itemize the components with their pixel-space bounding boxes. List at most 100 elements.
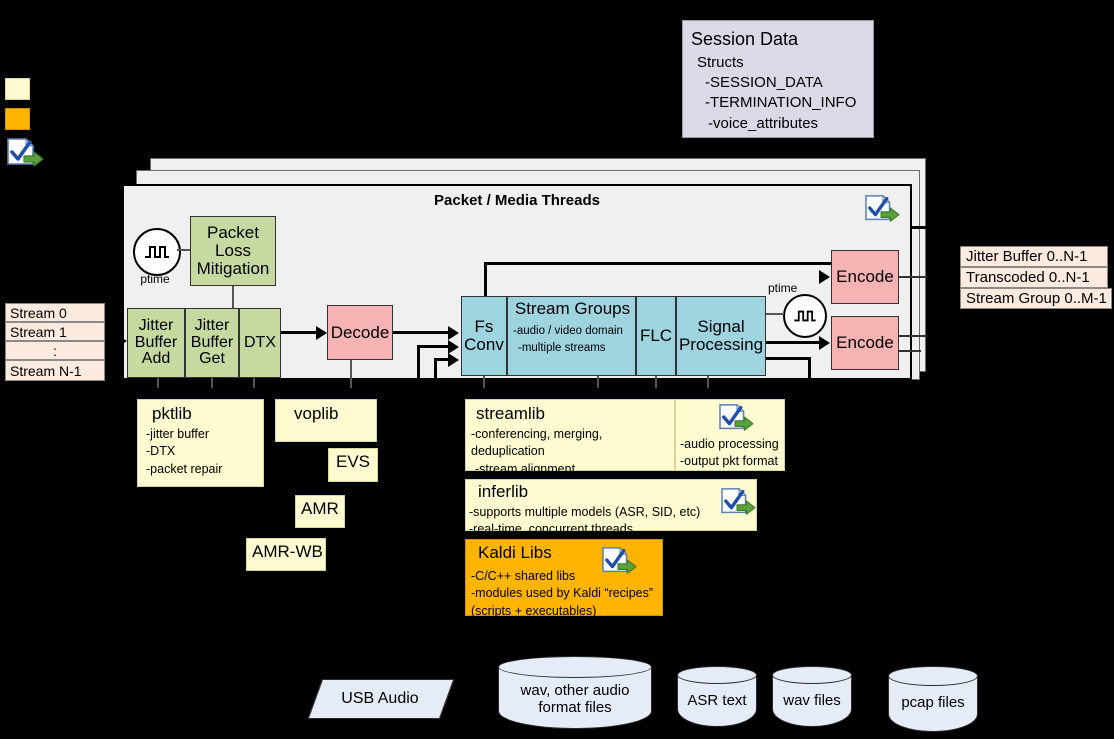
session-data-subtitle: Structs (697, 54, 744, 71)
packet-loss-mitigation-block: Packet Loss Mitigation (190, 216, 276, 286)
amr-title: AMR (301, 499, 339, 518)
wav-files-label: wav files (783, 692, 841, 709)
dtx-to-decode-arrow (316, 326, 327, 340)
fsconv-feed-2-arrow (448, 353, 459, 367)
stub-blue-2 (655, 376, 657, 388)
sp-loop-h (766, 357, 810, 360)
dtx-block: DTX (239, 308, 281, 378)
stream-groups-title: Stream Groups (514, 299, 631, 318)
sp-loop-down (808, 357, 811, 388)
signal-processing-label: Signal Processing (678, 317, 764, 354)
stream-groups-line-1: -multiple streams (518, 342, 606, 354)
wav-files-arrow (804, 655, 820, 666)
jitter-buffer-get-block: Jitter Buffer Get (185, 308, 239, 378)
ptime-right-connector (766, 313, 784, 315)
stream-label-1: Stream 1 (10, 323, 67, 340)
kaldi-libs-box: Kaldi Libs -C/C++ shared libs -modules u… (465, 539, 663, 618)
streamlib-doc-check-arrow-icon (716, 402, 756, 434)
stub-decode (350, 360, 352, 388)
wav-audio-files-label: wav, other audio format files (520, 682, 630, 716)
asr-text-top (677, 666, 757, 684)
amrwb-box: AMR-WB (246, 538, 326, 571)
stream-row-n: Stream N-1 (5, 360, 105, 381)
pcap-files-top (888, 666, 978, 686)
pktlib-line-1: -DTX (146, 444, 176, 459)
buffer-label-jitter: Jitter Buffer 0..N-1 (966, 248, 1088, 265)
usb-audio-label: USB Audio (341, 690, 419, 707)
stream-groups-line-0: -audio / video domain (513, 325, 623, 337)
buffer-row-jitter: Jitter Buffer 0..N-1 (960, 246, 1108, 267)
inferlib-title: inferlib (478, 482, 529, 501)
voplib-box: voplib (275, 399, 377, 442)
asr-text-label: ASR text (687, 692, 747, 709)
session-data-title: Session Data (691, 29, 799, 49)
diagram-canvas: Session Data Structs -SESSION_DATA -TERM… (0, 0, 1114, 739)
panel-doc-check-arrow-icon (862, 193, 902, 225)
stub-blue-3 (707, 376, 709, 388)
encode-top-arrow (819, 270, 830, 284)
session-data-item-0: -SESSION_DATA (705, 74, 823, 91)
stub-blue-1 (597, 376, 599, 388)
panel-title: Packet / Media Threads (434, 192, 600, 209)
pcap-files-arrow (925, 655, 941, 666)
inferlib-box: inferlib -supports multiple models (ASR,… (465, 479, 757, 536)
flc-block: FLC (636, 296, 676, 376)
fs-conv-label: Fs Conv (464, 317, 504, 354)
ptime-right-label: ptime (768, 281, 798, 295)
stream-row-1: Stream 1 (5, 322, 105, 341)
voplib-title: voplib (294, 404, 339, 423)
ptime-left-connector (177, 249, 191, 251)
pktlib-box: pktlib -jitter buffer -DTX -packet repai… (137, 399, 264, 487)
fsconv-feed-1-v (417, 345, 420, 388)
encode-bottom-block: Encode (831, 316, 899, 370)
asr-text-arrow (709, 655, 725, 666)
buffer-label-transcoded: Transcoded 0..N-1 (966, 269, 1090, 286)
streamlib-side-line-0: -audio processing (680, 437, 779, 451)
decode-block: Decode (327, 305, 393, 360)
sp-to-encode-arrow (819, 336, 830, 350)
legend-orange-swatch (5, 108, 30, 130)
ptime-left-label: ptime (140, 272, 170, 286)
pktlib-line-0: -jitter buffer (146, 427, 209, 441)
decode-to-fsconv-arrow (448, 326, 459, 340)
stub-dtx (253, 378, 255, 388)
amrwb-title: AMR-WB (252, 542, 323, 561)
evs-box: EVS (328, 448, 378, 482)
encode-top-out (899, 276, 927, 278)
decode-label: Decode (330, 322, 390, 342)
streamlib-line-1: -stream alignment (475, 461, 576, 476)
ptime-clock-left (133, 228, 181, 276)
streamlib-box: streamlib -conferencing, merging, dedupl… (465, 399, 675, 476)
wav-files-top (772, 666, 852, 684)
stream-groups-block: Stream Groups -audio / video domain -mul… (507, 296, 636, 376)
fsconv-feed-1-arrow (448, 340, 459, 354)
stream-label-0: Stream 0 (10, 304, 67, 321)
kaldi-line-1: -modules used by Kaldi “recipes” (471, 586, 654, 601)
flc-label: FLC (639, 326, 673, 346)
stub-jba (157, 378, 159, 388)
inferlib-line-0: -supports multiple models (ASR, SID, etc… (469, 505, 701, 519)
amr-box: AMR (295, 495, 345, 528)
session-data-box: Session Data Structs -SESSION_DATA -TERM… (682, 20, 874, 138)
wav-audio-files-cylinder: wav, other audio format files (498, 656, 652, 734)
fsconv-feed-2-v (434, 358, 437, 388)
streamlib-line-0: -conferencing, merging, deduplication (471, 427, 603, 459)
dtx-label: DTX (244, 333, 276, 351)
plm-to-jitter-connector (232, 286, 234, 308)
fs-conv-block: Fs Conv (461, 296, 507, 376)
inferlib-line-1: -real-time, concurrent threads (469, 522, 633, 537)
streamlib-side-box: -audio processing -output pkt format (675, 399, 785, 471)
encode-top-block: Encode (831, 250, 899, 304)
encode-bottom-out-1 (899, 335, 927, 337)
stub-blue-0 (483, 376, 485, 388)
packet-loss-mitigation-label: Packet Loss Mitigation (196, 223, 270, 278)
pktlib-title: pktlib (152, 404, 192, 423)
sp-to-encode-line (766, 341, 824, 344)
streamgroup-up-h (484, 262, 836, 265)
legend-pale-yellow-swatch (5, 78, 30, 100)
kaldi-doc-check-arrow-icon (599, 545, 639, 577)
buffer-row-streamgroup: Stream Group 0..M-1 (960, 288, 1112, 309)
kaldi-line-2: (scripts + executables) (471, 603, 597, 618)
encode-bottom-out-2 (899, 350, 921, 352)
jitter-buffer-get-label: Jitter Buffer Get (190, 317, 234, 368)
